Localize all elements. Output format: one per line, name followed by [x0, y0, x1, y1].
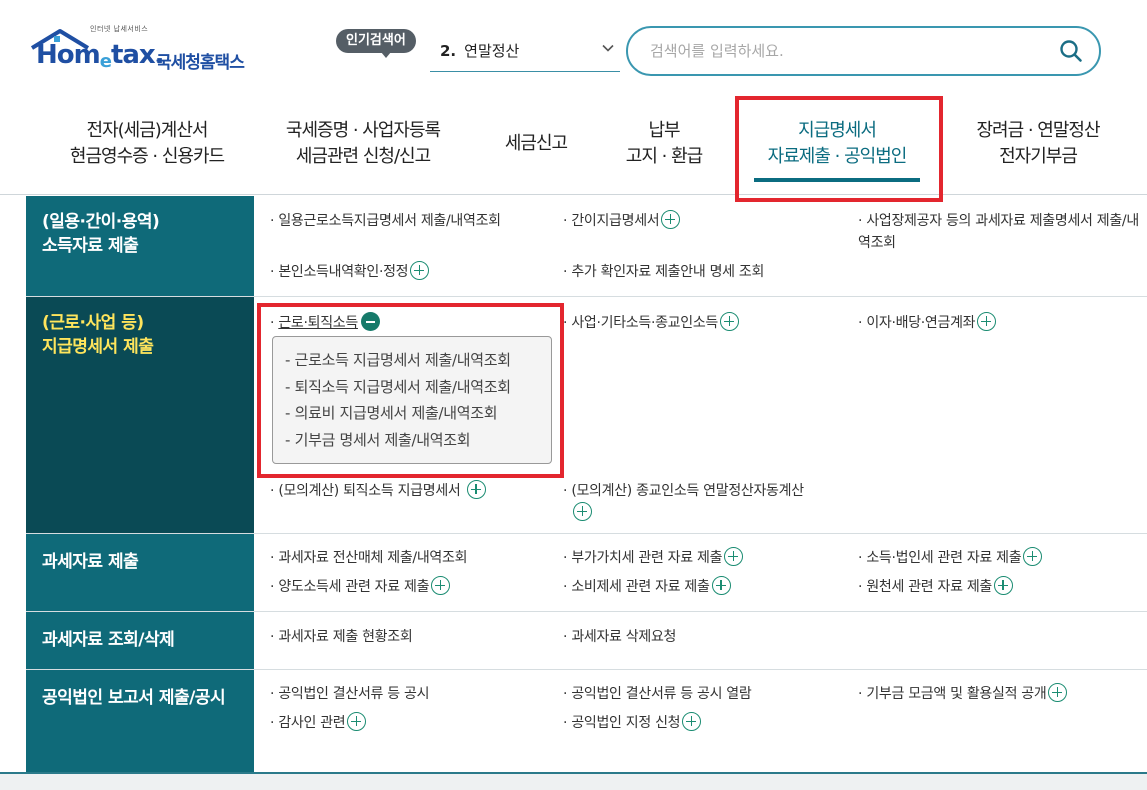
category-label: (일용·간이·용역) — [42, 212, 160, 232]
mega-menu: (일용·간이·용역) 소득자료 제출 · 일용근로소득지급명세서 제출/내역조회… — [26, 196, 1147, 772]
menu-row-tax-inquiry: 과세자료 조회/삭제 · 과세자료 제출 현황조회 · 과세자료 삭제요청 — [26, 612, 1147, 670]
link-income-corp-data[interactable]: · 소득·법인세 관련 자료 제출 — [858, 547, 1043, 569]
plus-icon[interactable] — [1023, 547, 1043, 566]
plus-icon[interactable] — [711, 576, 731, 595]
link-submit-status[interactable]: · 과세자료 제출 현황조회 — [270, 626, 413, 648]
link-transfer-data[interactable]: · 양도소득세 관련 자료 제출 — [270, 576, 451, 598]
menu-row-payment-statement: (근로·사업 등) 지급명세서 제출 · 근로·퇴직소득 · 사업·기타소득·종… — [26, 297, 1147, 534]
hometax-logo[interactable]: 인터넷 납세서비스 Hometax. 국세청홈택스 — [26, 24, 266, 76]
link-auditor[interactable]: · 감사인 관련 — [270, 712, 367, 734]
category-label: 과세자료 조회/삭제 — [42, 630, 175, 650]
highlight-outline-submenu — [257, 303, 564, 478]
footer-divider — [0, 772, 1147, 790]
header: 인터넷 납세서비스 Hometax. 국세청홈택스 인기검색어 2. 연말정산 — [0, 0, 1147, 100]
category-payment-statement: (근로·사업 등) 지급명세서 제출 — [26, 297, 254, 533]
popular-search-badge: 인기검색어 — [336, 29, 416, 58]
popular-rank: 2. — [440, 42, 457, 60]
plus-icon[interactable] — [682, 712, 702, 731]
plus-icon[interactable] — [347, 712, 367, 731]
logo-tagline: 인터넷 납세서비스 — [90, 25, 149, 33]
plus-icon[interactable] — [977, 312, 997, 331]
gnb-label-line2: 고지 · 환급 — [625, 146, 703, 167]
plus-icon[interactable] — [1048, 683, 1068, 702]
link-business-other[interactable]: · 사업·기타소득·종교인소득 — [563, 312, 739, 334]
link-settlement-disclosure[interactable]: · 공익법인 결산서류 등 공시 — [270, 683, 429, 705]
menu-row-public-corp: 공익법인 보고서 제출/공시 · 공익법인 결산서류 등 공시 · 공익법인 결… — [26, 670, 1147, 772]
gnb-tax-filing[interactable]: 세금신고 — [488, 131, 584, 157]
gnb-certificate[interactable]: 국세증명 · 사업자등록 세금관련 신청/신고 — [268, 118, 458, 170]
gnb-incentive[interactable]: 장려금 · 연말정산 전자기부금 — [960, 118, 1116, 170]
link-designation[interactable]: · 공익법인 지정 신청 — [563, 712, 702, 734]
gnb-label-line1: 세금신고 — [504, 133, 568, 154]
category-label: 공익법인 보고서 제출/공시 — [42, 688, 226, 708]
gnb-label-line2: 현금영수증 · 신용카드 — [69, 146, 225, 167]
plus-icon[interactable] — [431, 576, 451, 595]
link-withholding-data[interactable]: · 원천세 관련 자료 제출 — [858, 576, 1013, 598]
plus-icon[interactable] — [720, 312, 739, 331]
link-daily-wage[interactable]: · 일용근로소득지급명세서 제출/내역조회 — [270, 210, 501, 232]
popular-search-select[interactable]: 2. 연말정산 — [430, 38, 620, 72]
plus-icon[interactable] — [661, 210, 681, 229]
category-label: 과세자료 제출 — [42, 552, 139, 572]
logo-brand: Hometax. — [36, 40, 165, 72]
link-sim-religious[interactable]: · (모의계산) 종교인소득 연말정산자동계산 — [563, 480, 853, 524]
category-income-data: (일용·간이·용역) 소득자료 제출 — [26, 196, 254, 296]
link-donation-disclosure[interactable]: · 기부금 모금액 및 활용실적 공개 — [858, 683, 1068, 705]
logo-korean-name: 국세청홈택스 — [156, 53, 245, 73]
popular-term: 연말정산 — [464, 42, 520, 60]
category-label: 지급명세서 제출 — [42, 337, 154, 357]
plus-icon[interactable] — [466, 480, 486, 499]
menu-row-tax-data: 과세자료 제출 · 과세자료 전산매체 제출/내역조회 · 부가가치세 관련 자… — [26, 534, 1147, 612]
gnb-e-invoice[interactable]: 전자(세금)계산서 현금영수증 · 신용카드 — [52, 118, 242, 170]
plus-icon[interactable] — [410, 261, 430, 280]
gnb-label-line1: 납부 — [648, 120, 680, 141]
link-vat-data[interactable]: · 부가가치세 관련 자료 제출 — [563, 547, 744, 569]
category-public-corp: 공익법인 보고서 제출/공시 — [26, 670, 254, 772]
category-label: (근로·사업 등) — [42, 313, 144, 333]
category-label: 소득자료 제출 — [42, 236, 139, 256]
link-simple-statement[interactable]: · 간이지급명세서 — [563, 210, 681, 232]
search-icon[interactable] — [1059, 39, 1083, 63]
link-consumption-data[interactable]: · 소비제세 관련 자료 제출 — [563, 576, 731, 598]
link-settlement-view[interactable]: · 공익법인 결산서류 등 공시 열람 — [563, 683, 752, 705]
gnb-label-line1: 장려금 · 연말정산 — [976, 120, 1100, 141]
link-delete-request[interactable]: · 과세자료 삭제요청 — [563, 626, 676, 648]
link-business-place[interactable]: · 사업장제공자 등의 과세자료 제출명세서 제출/내역조회 — [858, 210, 1143, 254]
gnb-label-line1: 전자(세금)계산서 — [86, 120, 209, 141]
link-additional-data[interactable]: · 추가 확인자료 제출안내 명세 조회 — [563, 261, 764, 283]
link-income-check[interactable]: · 본인소득내역확인·정정 — [270, 261, 430, 283]
gnb-label-line2: 세금관련 신청/신고 — [295, 146, 431, 167]
search-input[interactable] — [650, 39, 1050, 63]
link-sim-retirement[interactable]: · (모의계산) 퇴직소득 지급명세서 — [270, 480, 486, 502]
gnb-label-line2: 전자기부금 — [999, 146, 1078, 167]
chevron-down-icon[interactable] — [602, 42, 614, 54]
search-box — [626, 26, 1101, 76]
main-navigation: 전자(세금)계산서 현금영수증 · 신용카드 국세증명 · 사업자등록 세금관련… — [0, 100, 1147, 195]
category-tax-data: 과세자료 제출 — [26, 534, 254, 611]
menu-row-income-data: (일용·간이·용역) 소득자료 제출 · 일용근로소득지급명세서 제출/내역조회… — [26, 196, 1147, 297]
link-media-submit[interactable]: · 과세자료 전산매체 제출/내역조회 — [270, 547, 467, 569]
highlight-outline-gnb — [735, 96, 943, 202]
category-tax-inquiry: 과세자료 조회/삭제 — [26, 612, 254, 669]
plus-icon[interactable] — [993, 576, 1013, 595]
link-interest-dividend[interactable]: · 이자·배당·연금계좌 — [858, 312, 997, 334]
plus-icon[interactable] — [724, 547, 744, 566]
plus-icon[interactable] — [573, 502, 592, 521]
gnb-payment[interactable]: 납부 고지 · 환급 — [606, 118, 722, 170]
gnb-label-line1: 국세증명 · 사업자등록 — [285, 120, 441, 141]
